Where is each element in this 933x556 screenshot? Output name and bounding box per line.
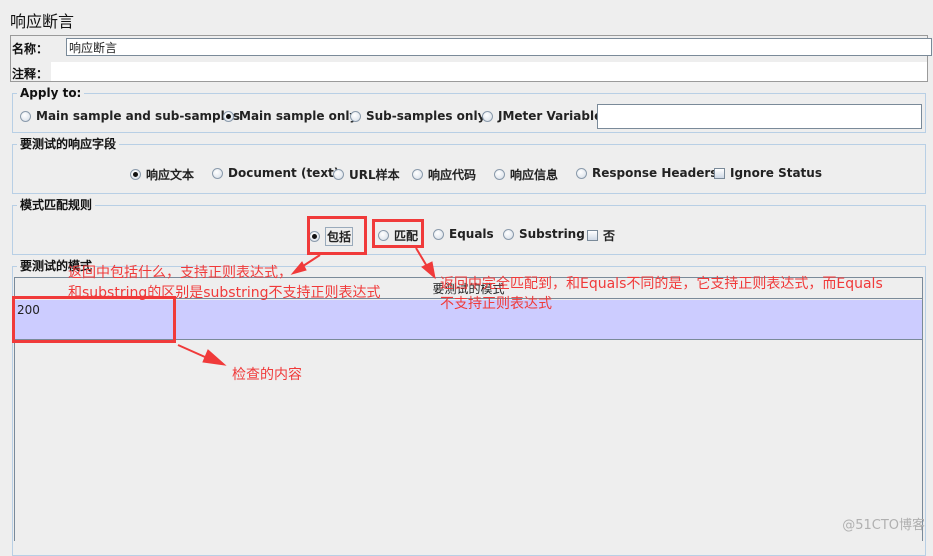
radio-url-sample[interactable]: URL样本	[333, 166, 400, 183]
option-label: Substring	[519, 227, 585, 241]
radio-icon[interactable]	[212, 167, 223, 179]
radio-equals[interactable]: Equals	[433, 227, 494, 241]
radio-icon[interactable]	[412, 169, 423, 180]
radio-icon[interactable]	[494, 169, 505, 180]
radio-substring[interactable]: Substring	[503, 227, 585, 241]
annotation-contains-line1: 返回中包括什么，支持正则表达式，	[68, 265, 292, 281]
annotation-matches-line1: 返回中完全匹配到，和Equals不同的是，它支持正则表达式，而Equals	[440, 276, 883, 292]
ignore-status-checkbox[interactable]: Ignore Status	[714, 166, 822, 180]
radio-selected-icon[interactable]	[130, 169, 141, 180]
page-title: 响应断言	[10, 12, 75, 31]
apply-to-legend: Apply to:	[17, 86, 85, 100]
radio-icon[interactable]	[482, 110, 493, 122]
checkbox-icon[interactable]	[587, 230, 598, 241]
radio-document-text[interactable]: Document (text)	[212, 166, 339, 180]
watermark: @51CTO博客	[842, 518, 925, 533]
jmeter-variable-input[interactable]	[597, 104, 922, 129]
annotation-content-note: 检查的内容	[232, 367, 302, 383]
name-comment-panel: 名称： 响应断言 注释：	[10, 35, 932, 82]
option-label: Response Headers	[592, 166, 718, 180]
option-label: Document (text)	[228, 166, 340, 180]
highlight-matches-box	[372, 219, 424, 248]
comment-label: 注释：	[12, 67, 49, 81]
radio-response-text[interactable]: 响应文本	[130, 166, 194, 183]
option-label: Main sample only	[239, 109, 358, 123]
radio-icon[interactable]	[20, 110, 31, 122]
radio-response-message[interactable]: 响应信息	[494, 166, 558, 183]
radio-icon[interactable]	[333, 169, 344, 180]
highlight-contains-box	[307, 216, 367, 255]
option-label: Sub-samples only	[366, 109, 486, 123]
option-label: URL样本	[349, 168, 400, 182]
name-field[interactable]: 响应断言	[66, 38, 932, 56]
radio-main-only[interactable]: Main sample only	[223, 109, 357, 123]
option-label: Ignore Status	[730, 166, 822, 180]
radio-icon[interactable]	[503, 228, 514, 240]
option-label: JMeter Variable	[498, 109, 603, 123]
option-label: 否	[603, 229, 616, 243]
radio-icon[interactable]	[350, 110, 361, 122]
radio-main-and-sub[interactable]: Main sample and sub-samples	[20, 109, 240, 123]
annotation-matches-line2: 不支持正则表达式	[440, 296, 552, 312]
checkbox-icon[interactable]	[714, 167, 725, 179]
radio-sub-only[interactable]: Sub-samples only	[350, 109, 485, 123]
radio-icon[interactable]	[433, 228, 444, 240]
name-label: 名称：	[12, 42, 49, 56]
option-label: 响应文本	[146, 168, 195, 182]
pattern-rules-legend: 模式匹配规则	[17, 198, 96, 212]
pattern-rules-group: 模式匹配规则 包括 匹配 Equals Substring 否	[12, 198, 926, 255]
option-label: 响应信息	[510, 168, 559, 182]
option-label: Main sample and sub-samples	[36, 109, 241, 123]
radio-icon[interactable]	[576, 167, 587, 179]
annotation-contains-line2: 和substring的区别是substring不支持正则表达式	[68, 285, 381, 301]
comment-field[interactable]	[51, 62, 927, 81]
not-checkbox[interactable]: 否	[587, 227, 615, 244]
apply-to-group: Apply to: Main sample and sub-samples Ma…	[12, 86, 926, 133]
response-field-group: 要测试的响应字段 响应文本 Document (text) URL样本 响应代码…	[12, 137, 926, 194]
radio-response-code[interactable]: 响应代码	[412, 166, 476, 183]
option-label: 响应代码	[428, 168, 477, 182]
radio-response-headers[interactable]: Response Headers	[576, 166, 717, 180]
radio-jmeter-variable[interactable]: JMeter Variable	[482, 109, 602, 123]
radio-selected-icon[interactable]	[223, 110, 234, 122]
option-label: Equals	[449, 227, 494, 241]
highlight-content-box	[12, 296, 176, 343]
response-field-legend: 要测试的响应字段	[17, 137, 120, 151]
